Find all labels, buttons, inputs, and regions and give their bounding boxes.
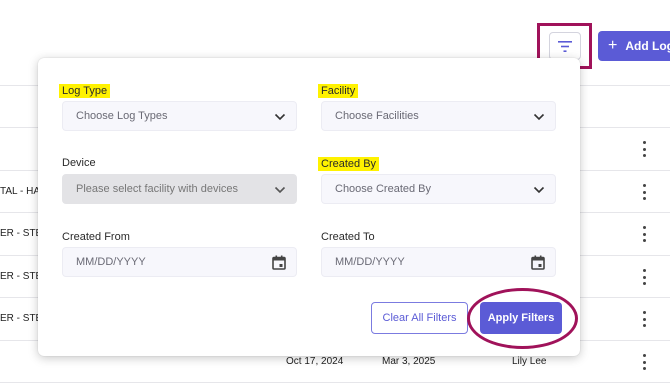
created-to-input[interactable]: MM/DD/YYYY <box>321 247 556 277</box>
table-cell-facility: ER - STE <box>0 271 43 282</box>
created-from-input[interactable]: MM/DD/YYYY <box>62 247 297 277</box>
table-cell-facility: ER - STE <box>0 228 43 239</box>
chevron-down-icon <box>533 113 545 121</box>
add-log-label: Add Log <box>625 39 670 53</box>
filter-icon <box>558 40 572 52</box>
row-actions-icon[interactable] <box>639 141 649 157</box>
created-by-placeholder: Choose Created By <box>335 183 431 195</box>
device-placeholder: Please select facility with devices <box>76 183 239 195</box>
created-from-placeholder: MM/DD/YYYY <box>76 256 146 268</box>
table-cell-facility: ER - STE <box>0 313 43 324</box>
created-from-label: Created From <box>62 231 130 243</box>
plus-icon: + <box>608 37 618 54</box>
log-type-select[interactable]: Choose Log Types <box>62 101 297 131</box>
row-actions-icon[interactable] <box>639 269 649 285</box>
row-actions-icon[interactable] <box>639 184 649 200</box>
table-cell-created-by: Lily Lee <box>512 356 547 367</box>
log-type-placeholder: Choose Log Types <box>76 110 168 122</box>
row-actions-icon[interactable] <box>639 354 649 370</box>
filter-button[interactable] <box>549 32 581 60</box>
created-to-placeholder: MM/DD/YYYY <box>335 256 405 268</box>
row-divider <box>0 382 670 383</box>
row-actions-icon[interactable] <box>639 226 649 242</box>
table-cell-created-from: Oct 17, 2024 <box>286 356 344 367</box>
created-by-label: Created By <box>318 157 380 171</box>
chevron-down-icon <box>533 186 545 194</box>
device-select[interactable]: Please select facility with devices <box>62 174 297 204</box>
calendar-icon[interactable] <box>531 255 545 270</box>
clear-all-filters-button[interactable]: Clear All Filters <box>371 302 468 334</box>
created-to-label: Created To <box>321 231 375 243</box>
facility-select[interactable]: Choose Facilities <box>321 101 556 131</box>
device-label: Device <box>62 157 96 169</box>
chevron-down-icon <box>274 113 286 121</box>
row-actions-icon[interactable] <box>639 311 649 327</box>
log-type-label: Log Type <box>59 84 111 98</box>
facility-label: Facility <box>318 84 359 98</box>
facility-placeholder: Choose Facilities <box>335 110 419 122</box>
created-by-select[interactable]: Choose Created By <box>321 174 556 204</box>
add-log-button[interactable]: + Add Log <box>598 31 670 61</box>
apply-button-annotation <box>467 288 578 349</box>
calendar-icon[interactable] <box>272 255 286 270</box>
chevron-down-icon <box>274 186 286 194</box>
table-cell-created-to: Mar 3, 2025 <box>382 356 436 367</box>
filter-panel: Log Type Choose Log Types Facility Choos… <box>38 58 580 356</box>
